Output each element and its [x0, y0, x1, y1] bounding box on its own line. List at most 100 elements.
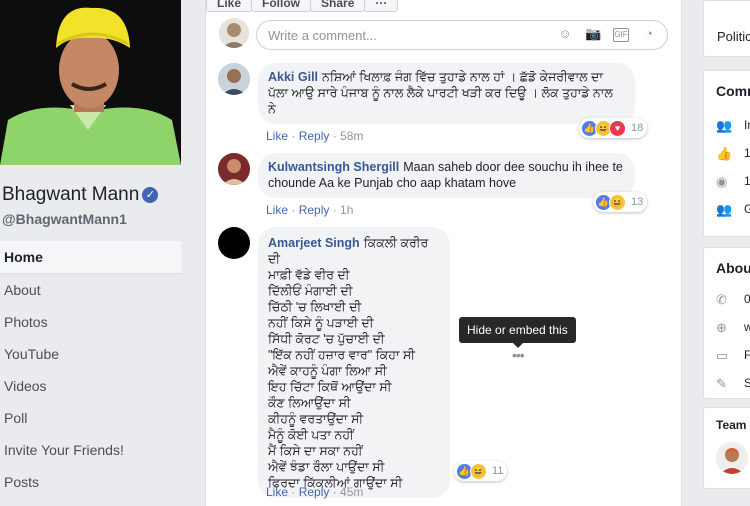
- commenter-avatar[interactable]: [218, 63, 250, 95]
- comment-line: ਐਵੇਂ ਕਾਹਨੂੰ ਪੰਗਾ ਲਿਆ ਸੀ: [268, 364, 387, 378]
- comment-line: ਐਵੇਂ ਝੰਡਾ ਰੌਲਾ ਪਾਉਂਦਾ ਸੀ: [268, 460, 385, 474]
- more-button[interactable]: ···: [364, 0, 399, 12]
- scrollbar-track[interactable]: [690, 0, 698, 506]
- post-action-bar: Like Follow Share ···: [206, 0, 399, 12]
- comment-line: "ਇੱਕ ਨਹੀਂ ਹਜ਼ਾਰ ਵਾਰ" ਕਿਹਾ ਸੀ: [268, 348, 416, 362]
- reaction-count: 13: [631, 196, 644, 208]
- rss-icon: ◉: [716, 174, 728, 189]
- nav-item-about[interactable]: About: [0, 274, 181, 306]
- about-row[interactable]: w: [744, 320, 750, 334]
- comment-bubble: Amarjeet Singh ਕਿਕਲੀ ਕਰੀਰ ਦੀ ਮਾਫ਼ੀ ਵੱਡੇ ਵ…: [258, 227, 450, 498]
- reaction-summary[interactable]: 👍 😆 13: [593, 192, 648, 212]
- team-title: Team: [716, 418, 747, 432]
- team-member-avatar[interactable]: [716, 442, 748, 474]
- nav-item-posts[interactable]: Posts: [0, 466, 181, 498]
- comment-options-icon[interactable]: •••: [512, 347, 525, 363]
- comment-composer: Write a comment... ☺ 📷 GIF ◔: [216, 18, 676, 52]
- comment-line: ਕੀਹਨੂੰ ਵਰਤਾਉਂਦਾ ਸੀ: [268, 412, 364, 426]
- reaction-count: 11: [492, 465, 504, 477]
- people-icon: 👥: [716, 118, 733, 133]
- haha-reaction-icon: 😆: [609, 193, 626, 211]
- gif-icon[interactable]: GIF: [613, 28, 629, 42]
- comment-time[interactable]: 45m: [340, 485, 363, 499]
- nav-item-home[interactable]: Home: [0, 241, 181, 274]
- friends-icon: 👥: [716, 202, 733, 217]
- nav-item-photos[interactable]: Photos: [0, 306, 181, 338]
- comment-like-link[interactable]: Like: [266, 485, 288, 499]
- about-title[interactable]: Abou: [716, 260, 750, 276]
- page-name[interactable]: Bhagwant Mann ✓: [2, 184, 159, 206]
- community-card: Comm 👥 In 👍 1 ◉ 1 👥 G: [703, 70, 750, 237]
- hide-embed-tooltip: Hide or embed this: [459, 317, 576, 348]
- phone-icon: ✆: [716, 292, 727, 307]
- share-button[interactable]: Share: [310, 0, 366, 12]
- comment-reply-link[interactable]: Reply: [299, 203, 330, 217]
- about-row[interactable]: S: [744, 376, 750, 390]
- comment-reply-link[interactable]: Reply: [299, 485, 330, 499]
- comment-line: ਨਹੀਂ ਕਿਸੇ ਨੂੰ ਪੜਾਈ ਦੀ: [268, 316, 374, 330]
- commenter-avatar[interactable]: [218, 227, 250, 259]
- community-title[interactable]: Comm: [716, 83, 750, 99]
- comment-line: ਮੈਨੂੰ ਕੋਈ ਪਤਾ ਨਹੀਂ: [268, 428, 354, 442]
- community-row: 1: [744, 146, 750, 160]
- emoji-icon[interactable]: ☺: [557, 26, 573, 42]
- messenger-icon: ▭: [716, 348, 729, 363]
- comment-actions: Like · Reply · 58m: [266, 129, 364, 143]
- comments-panel: Like Follow Share ··· Write a comment...…: [205, 0, 682, 506]
- team-card: Team: [703, 407, 750, 489]
- nav-item-youtube[interactable]: YouTube: [0, 338, 181, 370]
- sticker-icon[interactable]: ◔: [641, 26, 657, 42]
- about-row: 0: [744, 292, 750, 306]
- comment-author[interactable]: Kulwantsingh Shergill: [268, 160, 399, 174]
- profile-photo-image: [0, 0, 181, 165]
- camera-icon[interactable]: 📷: [585, 26, 601, 42]
- comment-line: ਮਾਫ਼ੀ ਵੱਡੇ ਵੀਰ ਦੀ: [268, 268, 350, 282]
- verified-badge-icon: ✓: [142, 187, 159, 203]
- politics-card: Politic: [703, 0, 750, 57]
- nav-item-invite-friends[interactable]: Invite Your Friends!: [0, 434, 181, 466]
- comment-bubble: Akki Gill ਨਸ਼ਿਆਂ ਖਿਲਾਫ਼ ਜੰਗ ਵਿੱਚ ਤੁਹਾਡੇ ਨ…: [258, 63, 635, 124]
- comment-like-link[interactable]: Like: [266, 203, 288, 217]
- comment-bubble: Kulwantsingh Shergill Maan saheb door dee…: [258, 153, 635, 198]
- comment-author[interactable]: Amarjeet Singh: [268, 236, 360, 250]
- globe-icon: ⊕: [716, 320, 727, 335]
- comment-line: ਸਿੱਧੀ ਕੋਰਟ 'ਚ ਪੁੱਚਾਈ ਦੀ: [268, 332, 385, 346]
- comment-text: ਨਸ਼ਿਆਂ ਖਿਲਾਫ਼ ਜੰਗ ਵਿੱਚ ਤੁਹਾਡੇ ਨਾਲ ਹਾਂ । …: [268, 70, 613, 116]
- comment-time[interactable]: 58m: [340, 129, 363, 143]
- like-page-button[interactable]: Like: [206, 0, 253, 12]
- community-row[interactable]: In: [744, 118, 750, 132]
- pencil-icon: ✎: [716, 376, 727, 391]
- comment-actions: Like · Reply · 45m: [266, 485, 364, 499]
- page-name-text[interactable]: Bhagwant Mann: [2, 184, 139, 205]
- thumbs-up-icon: 👍: [716, 146, 733, 161]
- comment-line: ਮੈਂ ਕਿਸੇ ਦਾ ਸਕਾ ਨਹੀਂ: [268, 444, 363, 458]
- comment-like-link[interactable]: Like: [266, 129, 288, 143]
- page-handle: @BhagwantMann1: [2, 211, 127, 227]
- comment-line: ਇਹ ਚਿੱਟਾ ਕਿਥੋਂ ਆਉਂਦਾ ਸੀ: [268, 380, 392, 394]
- love-reaction-icon: ♥: [609, 119, 626, 137]
- haha-reaction-icon: 😆: [470, 462, 487, 480]
- current-user-avatar: [219, 18, 249, 48]
- profile-photo[interactable]: [0, 0, 181, 165]
- about-row[interactable]: F: [744, 348, 750, 362]
- nav-item-videos[interactable]: Videos: [0, 370, 181, 402]
- about-card: Abou ✆ 0 ⊕ w ▭ F ✎ S: [703, 247, 750, 399]
- comment-input[interactable]: Write a comment... ☺ 📷 GIF ◔: [256, 20, 668, 50]
- comment-author[interactable]: Akki Gill: [268, 70, 318, 84]
- page-nav: Home About Photos YouTube Videos Poll In…: [0, 241, 181, 498]
- reaction-summary[interactable]: 👍 😆 11: [454, 461, 508, 481]
- comment-line: ਚਿੱਠੀ 'ਚ ਲਿਖਾਈ ਦੀ: [268, 300, 362, 314]
- commenter-avatar[interactable]: [218, 153, 250, 185]
- category-label[interactable]: Politic: [717, 29, 750, 44]
- comment-input-placeholder[interactable]: Write a comment...: [268, 28, 377, 43]
- follow-button[interactable]: Follow: [251, 0, 312, 12]
- comment-line: ਦਿੱਲੀਓਂ ਮੰਗਾਈ ਦੀ: [268, 284, 353, 298]
- community-row: G: [744, 202, 750, 216]
- reaction-summary[interactable]: 👍 😆 ♥ 18: [579, 118, 648, 138]
- comment-line: ਕੌਣ ਲਿਆਉਂਦਾ ਸੀ: [268, 396, 351, 410]
- community-row: 1: [744, 174, 750, 188]
- left-sidebar: Bhagwant Mann ✓ @BhagwantMann1 Home About…: [0, 0, 191, 506]
- comment-time[interactable]: 1h: [340, 203, 353, 217]
- comment-reply-link[interactable]: Reply: [299, 129, 330, 143]
- nav-item-poll[interactable]: Poll: [0, 402, 181, 434]
